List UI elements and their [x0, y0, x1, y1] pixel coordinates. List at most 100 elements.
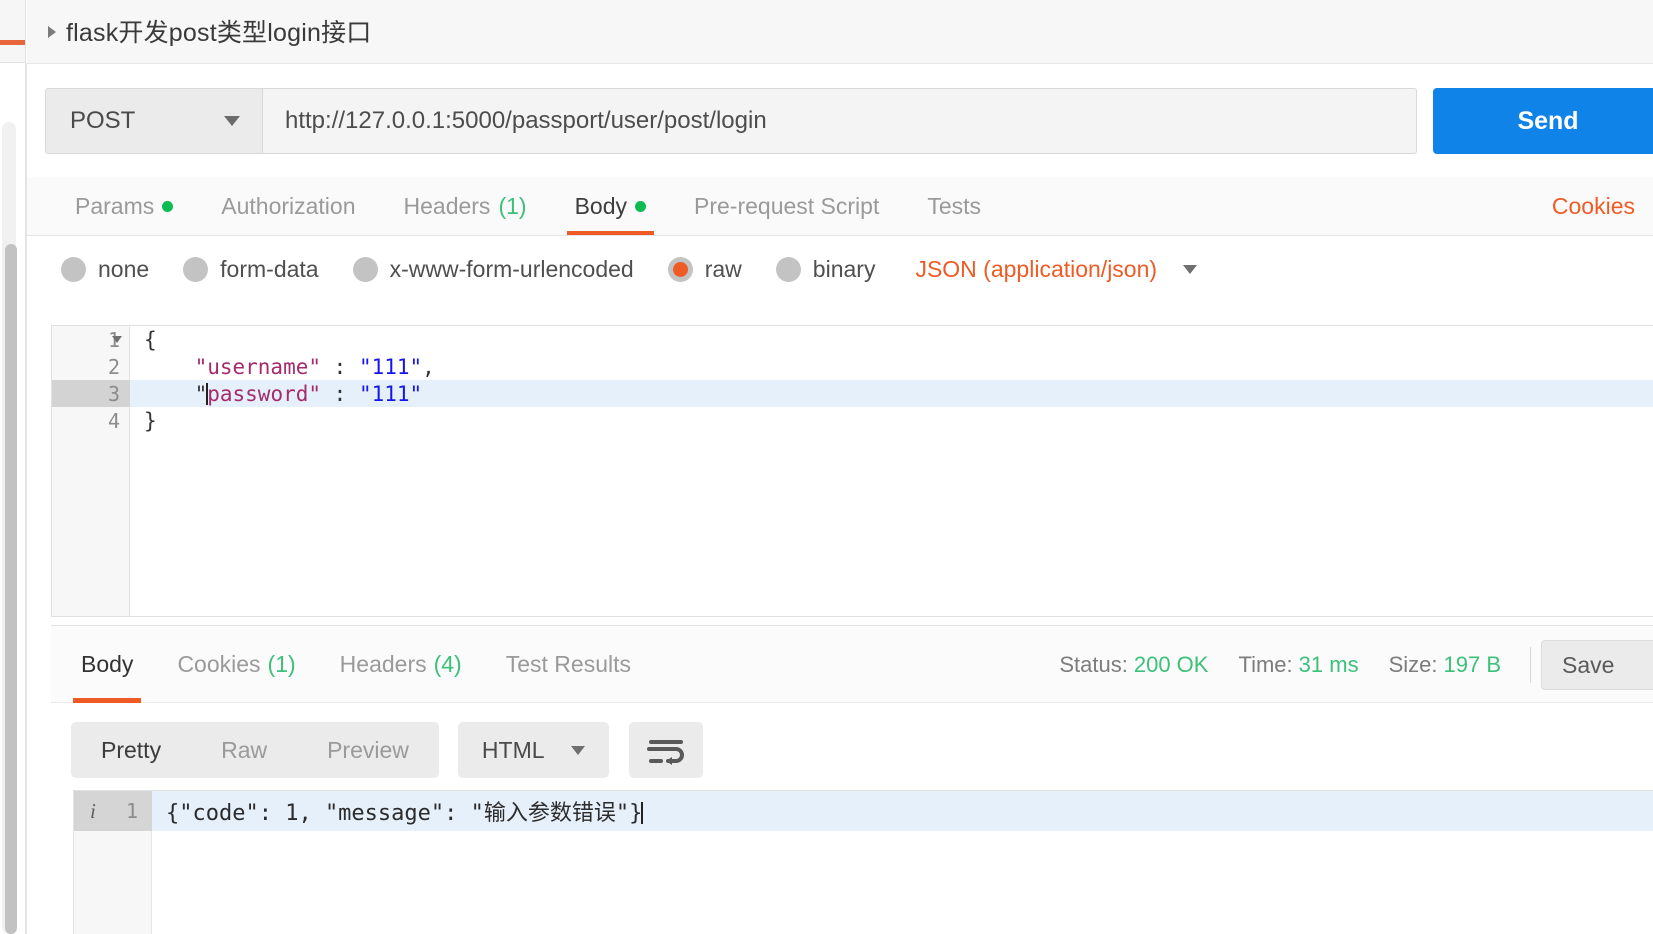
body-type-raw-label: raw	[704, 255, 742, 282]
response-tab-test-results[interactable]: Test Results	[484, 626, 653, 703]
save-response-button[interactable]: Save	[1541, 640, 1653, 690]
time-value: 31 ms	[1298, 651, 1359, 677]
response-line-number: 1	[125, 799, 138, 823]
code-line[interactable]: 3 "password" : "111"	[52, 380, 1653, 407]
content-type-label: JSON (application/json)	[915, 255, 1158, 282]
body-type-none-label: none	[98, 255, 150, 282]
body-type-none[interactable]: none	[61, 256, 149, 283]
sidebar-scrollbar-thumb[interactable]	[5, 244, 17, 934]
request-body-editor[interactable]: 1 { 2 "username" : "111", 3 "password" :…	[51, 325, 1653, 617]
send-button[interactable]: Send	[1433, 88, 1653, 154]
cookies-link[interactable]: Cookies	[1552, 177, 1635, 235]
chevron-down-icon	[224, 116, 240, 126]
json-separator: :	[321, 354, 359, 379]
json-value: "111"	[358, 381, 423, 406]
tab-tests[interactable]: Tests	[903, 177, 1005, 235]
view-mode-pretty[interactable]: Pretty	[71, 722, 191, 778]
body-type-raw[interactable]: raw	[667, 255, 742, 283]
response-format-select[interactable]: HTML	[457, 722, 609, 778]
tab-tests-label: Tests	[927, 192, 982, 219]
code-line[interactable]: 1 {	[52, 326, 1653, 353]
word-wrap-button[interactable]	[628, 722, 703, 778]
tab-authorization[interactable]: Authorization	[197, 177, 379, 235]
response-tab-headers-label: Headers	[339, 651, 427, 677]
content-type-select[interactable]: JSON (application/json)	[915, 255, 1198, 283]
divider	[1530, 647, 1531, 683]
time-badge: Time: 31 ms	[1238, 652, 1358, 678]
code-line[interactable]: 4 }	[52, 407, 1653, 434]
json-key: password"	[207, 381, 322, 406]
page-title: flask开发post类型login接口	[66, 19, 372, 47]
tab-authorization-label: Authorization	[221, 192, 356, 219]
response-line-gutter: i 1	[74, 791, 152, 831]
tab-body[interactable]: Body	[551, 177, 670, 235]
body-type-binary-label: binary	[812, 255, 876, 282]
response-tab-body[interactable]: Body	[59, 626, 155, 703]
response-toolbar: Pretty Raw Preview HTML	[51, 703, 1653, 797]
url-value: http://127.0.0.1:5000/passport/user/post…	[285, 107, 767, 134]
response-tab-headers[interactable]: Headers (4)	[318, 626, 484, 703]
response-tab-test-results-label: Test Results	[505, 651, 631, 677]
line-number: 3	[52, 380, 130, 407]
tab-headers[interactable]: Headers (1)	[380, 177, 551, 235]
tab-pre-request-script-label: Pre-request Script	[694, 192, 880, 219]
code-line[interactable]: 2 "username" : "111",	[52, 353, 1653, 380]
body-type-form-data[interactable]: form-data	[183, 256, 319, 283]
response-body-viewer[interactable]: i 1 {"code": 1, "message": "输入参数错误"}	[73, 790, 1653, 934]
response-tab-list: Body Cookies (1) Headers (4) Test Result…	[59, 626, 653, 703]
response-tabs: Body Cookies (1) Headers (4) Test Result…	[51, 625, 1653, 703]
radio-icon-binary[interactable]	[775, 256, 801, 282]
line-number: 2	[107, 354, 120, 379]
response-tab-cookies-count: (1)	[267, 651, 296, 677]
body-type-binary[interactable]: binary	[775, 255, 876, 283]
radio-icon-none[interactable]	[61, 256, 86, 282]
save-response-label: Save	[1562, 651, 1615, 678]
sidebar-scrollbar-track[interactable]	[2, 122, 17, 934]
code-text: }	[144, 408, 157, 433]
time-label: Time:	[1238, 651, 1293, 677]
line-number: 4	[107, 408, 120, 433]
active-tab-indicator	[0, 40, 25, 45]
info-icon[interactable]: i	[90, 799, 96, 824]
view-mode-raw[interactable]: Raw	[191, 722, 297, 778]
request-response-panel: flask开发post类型login接口 POST http://127.0.0…	[27, 0, 1653, 934]
body-indicator-dot	[635, 200, 646, 212]
tab-params-label: Params	[75, 192, 155, 219]
http-method-select[interactable]: POST	[45, 88, 263, 154]
body-type-urlencoded[interactable]: x-www-form-urlencoded	[352, 255, 634, 283]
response-body-text: {"code": 1, "message": "输入参数错误"}	[152, 795, 644, 827]
postman-window: flask开发post类型login接口 POST http://127.0.0…	[0, 0, 1653, 934]
chevron-right-icon[interactable]	[48, 26, 56, 38]
status-badge: Status: 200 OK	[1059, 652, 1208, 678]
request-tabs: Params Authorization Headers (1) Body Pr…	[27, 177, 1653, 236]
text-cursor	[641, 802, 644, 824]
code-text: {	[144, 327, 157, 352]
view-mode-preview[interactable]: Preview	[297, 722, 439, 778]
url-input[interactable]: http://127.0.0.1:5000/passport/user/post…	[263, 88, 1417, 154]
tab-body-label: Body	[574, 192, 627, 219]
tab-pre-request-script[interactable]: Pre-request Script	[670, 177, 903, 235]
tab-params[interactable]: Params	[51, 177, 197, 235]
radio-icon-raw[interactable]	[667, 256, 693, 282]
response-meta: Status: 200 OK Time: 31 ms Size: 197 B	[1059, 626, 1501, 703]
size-label: Size:	[1388, 651, 1438, 677]
tab-headers-label: Headers	[403, 192, 491, 219]
breadcrumb[interactable]: flask开发post类型login接口	[48, 13, 371, 49]
fold-toggle-icon[interactable]	[112, 336, 122, 343]
body-type-selector: none form-data x-www-form-urlencoded raw…	[27, 236, 1653, 302]
code-text: "username" : "111",	[130, 355, 435, 379]
chevron-down-icon	[1183, 264, 1198, 274]
response-body-value: {"code": 1, "message": "输入参数错误"}	[166, 801, 643, 826]
tab-headers-count: (1)	[498, 192, 527, 219]
send-button-label: Send	[1517, 106, 1579, 135]
radio-icon-urlencoded[interactable]	[352, 256, 378, 282]
response-tab-body-label: Body	[81, 651, 134, 677]
body-type-urlencoded-label: x-www-form-urlencoded	[389, 255, 634, 282]
response-tab-cookies[interactable]: Cookies (1)	[155, 626, 317, 703]
response-line[interactable]: i 1 {"code": 1, "message": "输入参数错误"}	[74, 791, 1653, 831]
request-title-bar: flask开发post类型login接口	[27, 0, 1653, 64]
left-rail	[0, 0, 26, 934]
response-format-label: HTML	[481, 736, 545, 763]
radio-icon-form-data[interactable]	[183, 256, 209, 282]
url-bar: POST http://127.0.0.1:5000/passport/user…	[27, 64, 1653, 177]
